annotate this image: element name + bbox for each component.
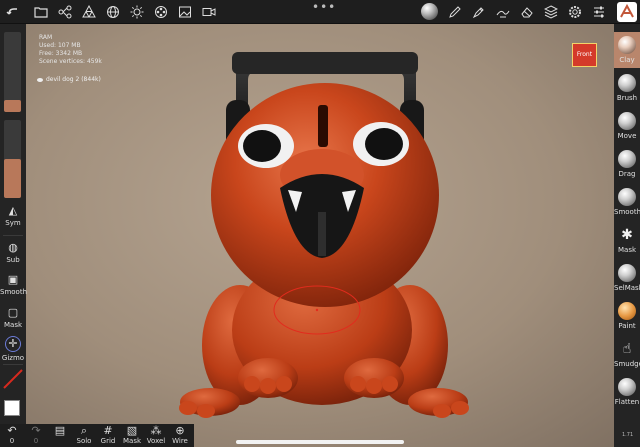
grid-icon: # (103, 424, 113, 437)
droplet-icon: ◍ (8, 241, 18, 254)
gear-icon[interactable] (566, 3, 584, 21)
gizmo-icon: ✛ (5, 336, 21, 352)
intensity-slider[interactable] (4, 120, 21, 198)
radius-slider[interactable] (4, 32, 21, 112)
smooth-toggle-button[interactable]: ▣ Smooth (0, 273, 27, 297)
brush-icon (618, 74, 636, 92)
eraser-icon[interactable] (518, 3, 536, 21)
material-ball-icon[interactable] (421, 3, 438, 20)
memory-info: RAM Used: 107 MB Free: 3342 MB Scene ver… (39, 34, 102, 65)
mask-icon: ▢ (7, 306, 19, 319)
pen-icon[interactable] (446, 3, 464, 21)
solo-button[interactable]: ⌕ Solo (72, 424, 96, 446)
symmetry-icon: ◭ (8, 204, 18, 217)
film-reel-icon[interactable] (152, 3, 170, 21)
mask-stripes-icon: ▧ (126, 424, 138, 437)
wireframe-icon: ⊕ (175, 424, 185, 437)
tools-panel: Clay Brush Move Drag Smooth ✱ Mask SelMa… (614, 24, 640, 447)
video-icon[interactable] (200, 3, 218, 21)
tool-smudge[interactable]: ☝ Smudge (614, 336, 640, 372)
symmetry-button[interactable]: ◭ Sym (0, 204, 26, 228)
mask-button[interactable]: ▧ Mask (120, 424, 144, 446)
undo-icon: ↶ (7, 424, 17, 437)
left-front-paw (238, 358, 298, 398)
tool-move[interactable]: Move (614, 108, 640, 144)
tool-mask[interactable]: ✱ Mask (614, 222, 640, 258)
tool-flatten[interactable]: Flatten (614, 374, 640, 410)
grid-button[interactable]: # Grid (96, 424, 120, 446)
wire-button[interactable]: ⊕ Wire (168, 424, 192, 446)
paint-icon (618, 302, 636, 320)
stroke-preview-icon[interactable] (2, 368, 24, 390)
left-eye (238, 124, 294, 168)
selmask-icon (618, 264, 636, 282)
color-swatch[interactable] (4, 400, 20, 416)
mask-toggle-button[interactable]: ▢ Mask (0, 306, 26, 330)
layers-icon[interactable] (542, 3, 560, 21)
globe-icon[interactable] (104, 3, 122, 21)
image-icon[interactable] (176, 3, 194, 21)
coin-slot (318, 105, 328, 147)
voxel-button[interactable]: ⁂ Voxel (144, 424, 168, 446)
flatten-icon (618, 378, 636, 396)
right-front-paw (344, 358, 404, 398)
brush-stroke-icon[interactable] (494, 3, 512, 21)
right-eye (353, 122, 409, 166)
zoom-readout: 1.71 (622, 432, 634, 438)
tool-drag[interactable]: Drag (614, 146, 640, 182)
tool-smooth[interactable]: Smooth (614, 184, 640, 220)
redo-icon: ↷ (31, 424, 41, 437)
viewport-model[interactable] (0, 0, 640, 447)
mask-brush-icon: ✱ (621, 227, 633, 243)
left-back-foot (179, 388, 240, 418)
nomad-logo-icon[interactable] (617, 2, 637, 22)
sun-icon[interactable] (128, 3, 146, 21)
clay-icon (618, 36, 636, 54)
history-button[interactable]: ▤ (48, 425, 72, 437)
mesh-icon[interactable] (80, 3, 98, 21)
move-icon (618, 112, 636, 130)
subtract-button[interactable]: ◍ Sub (0, 241, 26, 265)
eye-icon[interactable] (37, 77, 43, 82)
undo-button[interactable]: ↶ 0 (0, 424, 24, 446)
smooth-brush-icon (618, 188, 636, 206)
gizmo-button[interactable]: ✛ Gizmo (0, 336, 26, 362)
right-back-foot (408, 388, 469, 418)
pencil-icon[interactable] (470, 3, 488, 21)
voxel-icon: ⁂ (150, 424, 162, 437)
scene-graph-icon[interactable] (56, 3, 74, 21)
scene-object-item[interactable]: devil dog 2 (844k) (37, 76, 101, 83)
tool-brush[interactable]: Brush (614, 70, 640, 106)
tool-paint[interactable]: Paint (614, 298, 640, 334)
redo-button[interactable]: ↷ 0 (24, 424, 48, 446)
bottom-toolbar: ↶ 0 ↷ 0 ▤ ⌕ Solo # Grid ▧ Mask ⁂ Voxel ⊕… (0, 424, 194, 447)
smudge-icon: ☝ (622, 341, 632, 357)
folder-icon[interactable] (32, 3, 50, 21)
tool-selmask[interactable]: SelMask (614, 260, 640, 296)
left-panel: ◭ Sym ◍ Sub ▣ Smooth ▢ Mask ✛ Gizmo (0, 24, 27, 424)
tool-clay[interactable]: Clay (614, 32, 640, 68)
sliders-icon[interactable] (590, 3, 608, 21)
top-toolbar: ••• (0, 0, 640, 24)
history-icon: ▤ (54, 424, 66, 437)
drag-icon (618, 150, 636, 168)
more-dots-icon[interactable]: ••• (312, 0, 336, 14)
search-icon: ⌕ (80, 424, 88, 437)
smooth-icon: ▣ (7, 273, 19, 286)
view-front-button[interactable]: Front (572, 43, 597, 67)
back-icon[interactable] (4, 3, 22, 21)
home-indicator[interactable] (236, 440, 404, 444)
